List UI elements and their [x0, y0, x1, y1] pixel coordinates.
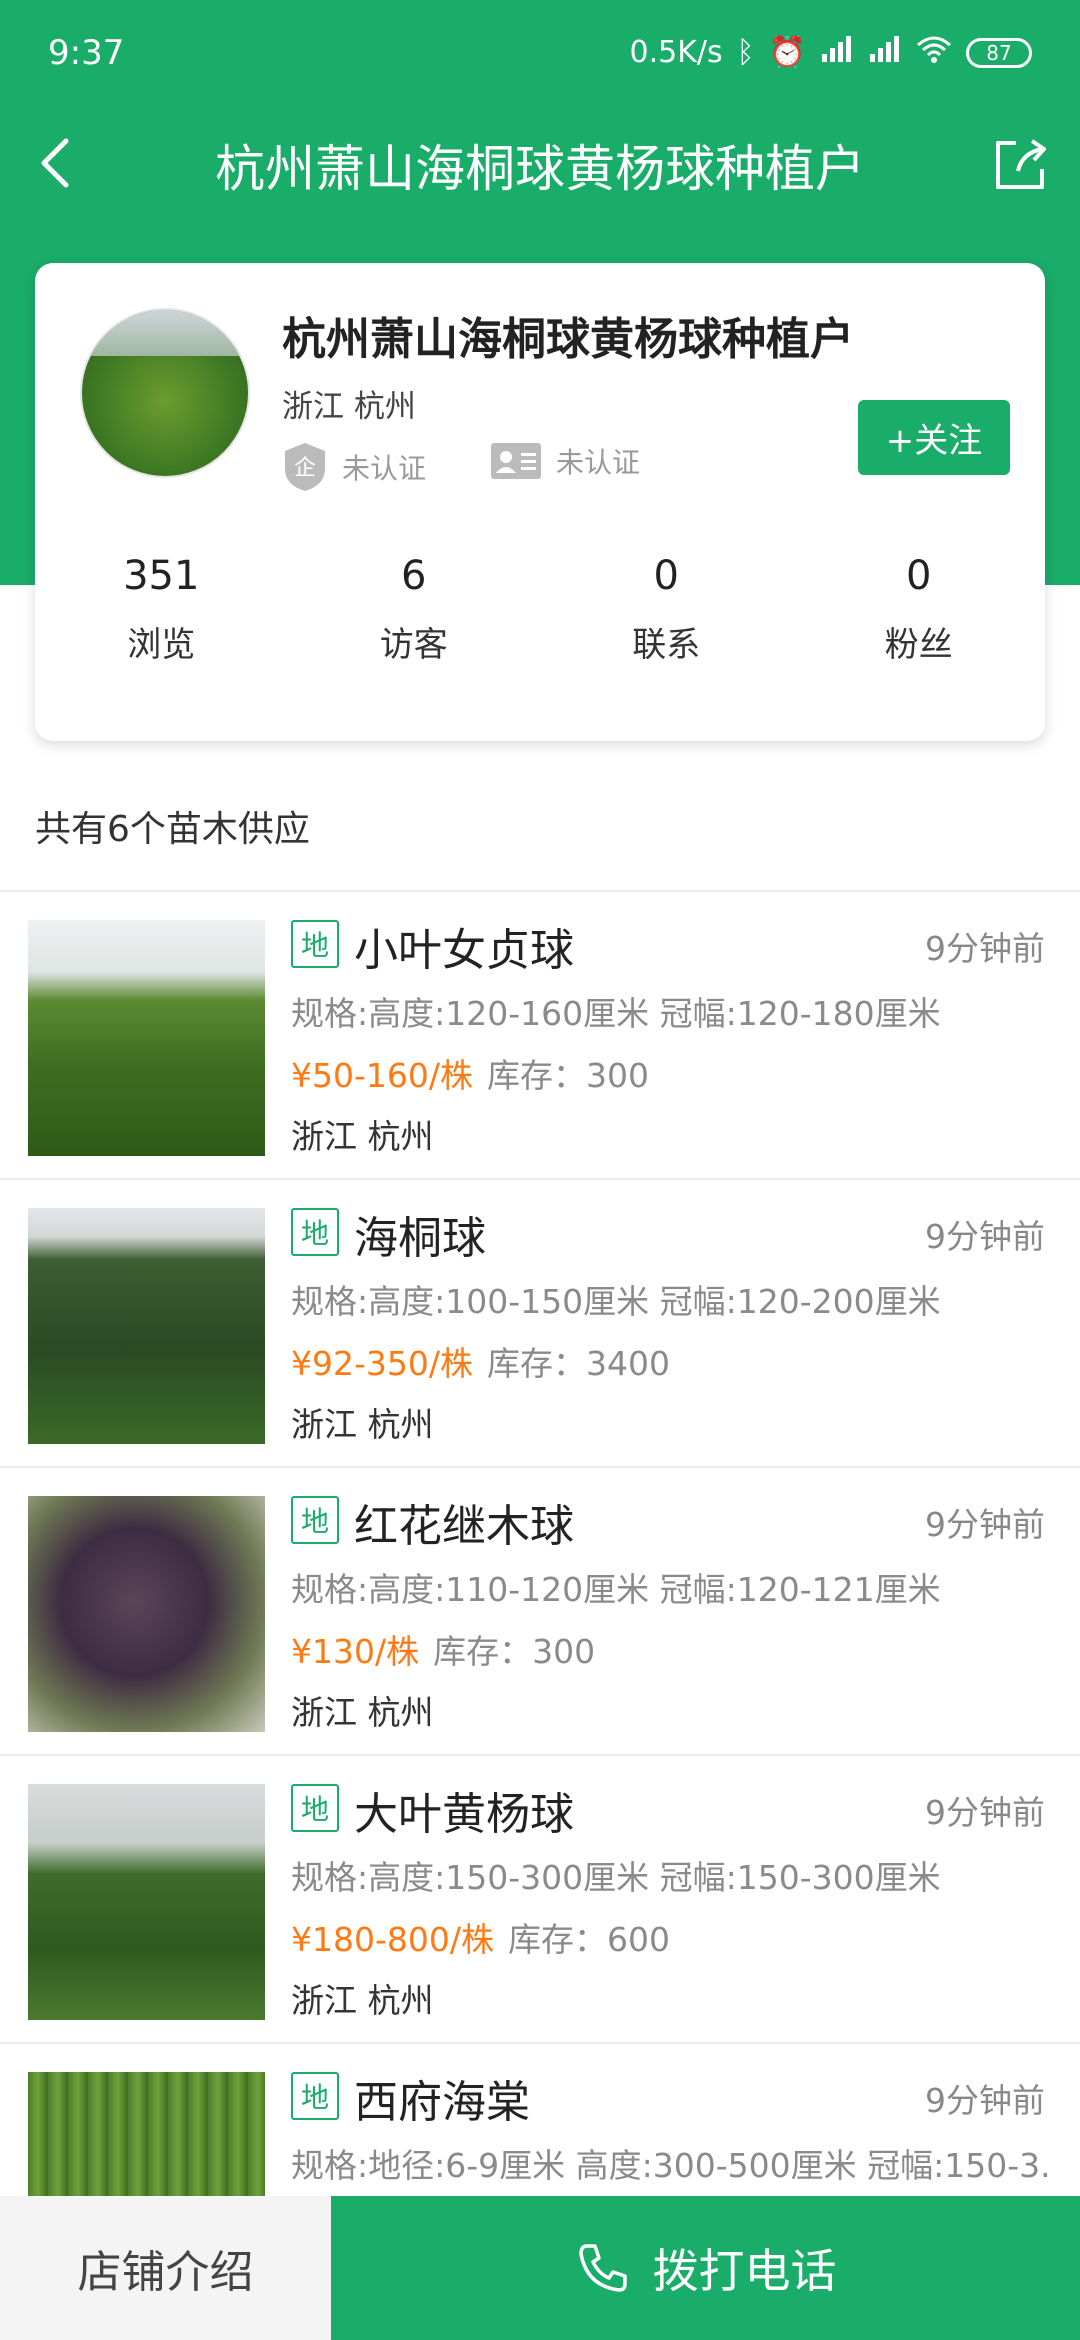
- price-row: ¥50-160/株 库存：300: [291, 1049, 649, 1097]
- type-badge: 地: [291, 1208, 339, 1256]
- list-item[interactable]: 地 小叶女贞球 9分钟前 规格:高度:120-160厘米 冠幅:120-180厘…: [0, 892, 1080, 1180]
- product-price: ¥50-160/株: [291, 1056, 473, 1095]
- shop-intro-button[interactable]: 店铺介绍: [0, 2196, 331, 2340]
- profile-name: 杭州萧山海桐球黄杨球种植户: [282, 314, 854, 365]
- svg-text:企: 企: [294, 456, 316, 481]
- stat-visitors[interactable]: 6 访客: [288, 553, 541, 666]
- post-time: 9分钟前: [925, 1505, 1045, 1544]
- stat-views[interactable]: 351 浏览: [35, 553, 288, 666]
- signal-icon-2: [868, 35, 902, 70]
- alarm-icon: ⏰: [768, 35, 806, 70]
- product-price: ¥92-350/株: [291, 1344, 473, 1383]
- signal-icon: [820, 35, 854, 70]
- stat-label: 粉丝: [884, 625, 953, 665]
- product-spec: 规格:高度:120-160厘米 冠幅:120-180厘米: [291, 994, 941, 1033]
- list-item[interactable]: 地 红花继木球 9分钟前 规格:高度:110-120厘米 冠幅:120-121厘…: [0, 1468, 1080, 1756]
- phone-icon: [578, 2244, 627, 2292]
- product-title: 海桐球: [354, 1213, 486, 1264]
- profile-location: 浙江 杭州: [282, 389, 416, 425]
- product-stock: 库存：300: [433, 1632, 596, 1671]
- product-spec: 规格:地径:6-9厘米 高度:300-500厘米 冠幅:150-3.: [291, 2146, 1051, 2185]
- post-time: 9分钟前: [925, 1793, 1045, 1832]
- list-item[interactable]: 地 海桐球 9分钟前 规格:高度:100-150厘米 冠幅:120-200厘米 …: [0, 1180, 1080, 1468]
- stat-value: 351: [123, 553, 200, 599]
- share-icon[interactable]: [988, 133, 1052, 197]
- bluetooth-icon: ᛒ: [736, 35, 755, 70]
- product-photo: [28, 1208, 265, 1444]
- person-cert: 未认证: [490, 441, 640, 481]
- price-row: ¥180-800/株 库存：600: [291, 1913, 670, 1961]
- post-time: 9分钟前: [925, 1217, 1045, 1256]
- product-title: 西府海棠: [354, 2077, 530, 2128]
- product-location: 浙江 杭州: [291, 1117, 434, 1156]
- follow-button[interactable]: +关注: [858, 400, 1010, 475]
- price-row: ¥130/株 库存：300: [291, 1625, 595, 1673]
- supply-list: 地 小叶女贞球 9分钟前 规格:高度:120-160厘米 冠幅:120-180厘…: [0, 892, 1080, 2332]
- status-time: 9:37: [48, 32, 125, 73]
- avatar[interactable]: [80, 308, 250, 478]
- list-item[interactable]: 地 大叶黄杨球 9分钟前 规格:高度:150-300厘米 冠幅:150-300厘…: [0, 1756, 1080, 2044]
- call-button[interactable]: 拨打电话: [331, 2196, 1080, 2340]
- status-icons: 0.5K/s ᛒ ⏰ 87: [630, 35, 1032, 71]
- product-location: 浙江 杭州: [291, 1693, 434, 1732]
- company-cert-status: 未认证: [342, 452, 427, 485]
- back-arrow-icon[interactable]: [28, 133, 88, 193]
- product-stock: 库存：300: [487, 1056, 649, 1095]
- stat-value: 6: [401, 553, 427, 599]
- product-photo: [28, 1784, 265, 2020]
- stat-label: 联系: [632, 625, 701, 665]
- type-badge: 地: [291, 2072, 339, 2120]
- type-badge: 地: [291, 920, 339, 968]
- product-spec: 规格:高度:100-150厘米 冠幅:120-200厘米: [291, 1282, 941, 1321]
- price-row: ¥92-350/株 库存：3400: [291, 1337, 670, 1385]
- product-stock: 库存：3400: [487, 1344, 670, 1383]
- product-spec: 规格:高度:110-120厘米 冠幅:120-121厘米: [291, 1570, 941, 1609]
- product-stock: 库存：600: [508, 1920, 670, 1959]
- product-photo: [28, 920, 265, 1156]
- product-photo: [28, 1496, 265, 1732]
- network-speed: 0.5K/s: [629, 35, 723, 70]
- stat-value: 0: [906, 553, 932, 599]
- supply-summary: 共有6个苗木供应: [35, 809, 310, 850]
- product-price: ¥180-800/株: [291, 1920, 494, 1959]
- stats-row: 351 浏览 6 访客 0 联系 0 粉丝: [35, 553, 1045, 666]
- stat-label: 访客: [379, 625, 448, 665]
- product-spec: 规格:高度:150-300厘米 冠幅:150-300厘米: [291, 1858, 941, 1897]
- product-title: 红花继木球: [354, 1501, 574, 1552]
- product-location: 浙江 杭州: [291, 1405, 434, 1444]
- product-price: ¥130/株: [291, 1632, 420, 1671]
- stat-label: 浏览: [127, 625, 196, 665]
- id-card-icon: [491, 443, 541, 479]
- person-cert-status: 未认证: [556, 446, 641, 479]
- call-label: 拨打电话: [652, 2244, 837, 2298]
- stat-fans[interactable]: 0 粉丝: [793, 553, 1046, 666]
- type-badge: 地: [291, 1496, 339, 1544]
- page-title: 杭州萧山海桐球黄杨球种植户: [215, 140, 865, 198]
- wifi-icon: [916, 35, 952, 71]
- post-time: 9分钟前: [925, 2081, 1045, 2120]
- stat-contacts[interactable]: 0 联系: [540, 553, 793, 666]
- post-time: 9分钟前: [925, 929, 1045, 968]
- bottom-action-bar: 店铺介绍 拨打电话: [0, 2196, 1080, 2340]
- product-title: 大叶黄杨球: [354, 1789, 574, 1840]
- nav-bar: 杭州萧山海桐球黄杨球种植户: [0, 105, 1080, 225]
- stat-value: 0: [653, 553, 679, 599]
- product-title: 小叶女贞球: [354, 925, 574, 976]
- company-cert: 企 未认证: [282, 441, 426, 493]
- product-location: 浙江 杭州: [291, 1981, 434, 2020]
- type-badge: 地: [291, 1784, 339, 1832]
- company-cert-shield-icon: 企: [285, 443, 325, 491]
- battery-icon: 87: [966, 37, 1032, 68]
- status-bar: 9:37 0.5K/s ᛒ ⏰ 87: [0, 0, 1080, 105]
- profile-card: 杭州萧山海桐球黄杨球种植户 浙江 杭州 企 未认证 未认证 +关注 351 浏览…: [35, 263, 1045, 741]
